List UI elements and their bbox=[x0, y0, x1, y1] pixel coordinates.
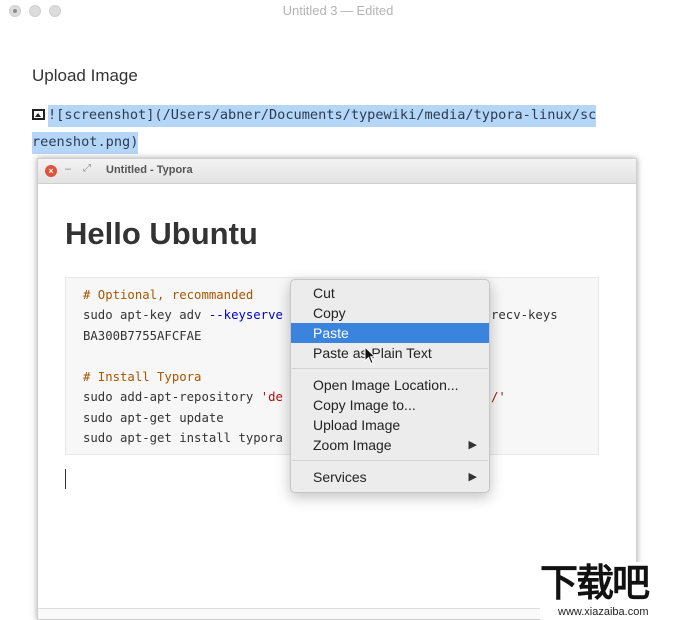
code-line: # Optional, recommanded bbox=[83, 288, 254, 302]
menu-item-upload-image[interactable]: Upload Image bbox=[291, 415, 489, 435]
menu-item-paste-plain-text[interactable]: Paste as Plain Text bbox=[291, 343, 489, 363]
code-text: 'de bbox=[260, 390, 283, 404]
code-text: recv-keys bbox=[491, 308, 558, 322]
screenshot-titlebar: × – ⤢ Untitled - Typora bbox=[38, 159, 636, 184]
close-icon: × bbox=[45, 165, 57, 177]
markdown-image-line-wrap[interactable]: reenshot.png) bbox=[32, 132, 139, 154]
code-text: --keyserve bbox=[208, 308, 283, 322]
watermark-logo: 下载吧 www.xiazaiba.com bbox=[540, 562, 676, 620]
code-text: sudo apt-key adv bbox=[83, 308, 209, 322]
window-title: Untitled 3— Edited bbox=[0, 3, 676, 18]
document-heading[interactable]: Upload Image bbox=[32, 66, 138, 86]
text-caret bbox=[65, 469, 66, 489]
menu-item-zoom-image[interactable]: Zoom Image ▶ bbox=[291, 435, 489, 455]
code-line: sudo apt-get install typora bbox=[83, 431, 283, 445]
submenu-arrow-icon: ▶ bbox=[468, 471, 477, 483]
window-title-name: Untitled 3 bbox=[282, 3, 338, 18]
code-line: sudo add-apt-repository 'de /' bbox=[83, 390, 506, 404]
code-line: sudo apt-key adv --keyserve recv-keys bbox=[83, 308, 558, 322]
menu-item-copy-image-to[interactable]: Copy Image to... bbox=[291, 395, 489, 415]
watermark-logo-text: 下载吧 bbox=[540, 563, 650, 605]
minimize-icon: – bbox=[65, 163, 72, 175]
maximize-icon: ⤢ bbox=[83, 163, 91, 174]
selected-markdown-text-1[interactable]: ![screenshot](/Users/abner/Documents/typ… bbox=[48, 105, 597, 127]
image-icon bbox=[32, 109, 45, 120]
window-titlebar: Untitled 3— Edited bbox=[0, 0, 676, 22]
screenshot-heading: Hello Ubuntu bbox=[65, 216, 258, 251]
context-menu: Cut Copy Paste Paste as Plain Text Open … bbox=[290, 279, 490, 493]
menu-item-copy[interactable]: Copy bbox=[291, 303, 489, 323]
menu-item-paste[interactable]: Paste bbox=[291, 323, 489, 343]
submenu-arrow-icon: ▶ bbox=[468, 439, 477, 451]
code-line: BA300B7755AFCFAE bbox=[83, 329, 202, 343]
code-line: sudo apt-get update bbox=[83, 411, 224, 425]
menu-item-label: Services bbox=[313, 469, 367, 485]
mouse-pointer-icon bbox=[364, 346, 377, 365]
window-title-status: Edited bbox=[356, 3, 394, 18]
code-text: /' bbox=[491, 390, 506, 404]
menu-separator bbox=[292, 460, 488, 461]
menu-item-services[interactable]: Services ▶ bbox=[291, 467, 489, 487]
code-text: sudo add-apt-repository bbox=[83, 390, 261, 404]
menu-item-label: Zoom Image bbox=[313, 437, 392, 453]
menu-item-open-image-location[interactable]: Open Image Location... bbox=[291, 375, 489, 395]
menu-separator bbox=[292, 368, 488, 369]
code-line: # Install Typora bbox=[83, 370, 202, 384]
menu-item-cut[interactable]: Cut bbox=[291, 283, 489, 303]
markdown-image-line[interactable]: ![screenshot](/Users/abner/Documents/typ… bbox=[32, 105, 597, 127]
watermark-url: www.xiazaiba.com bbox=[558, 606, 649, 618]
screenshot-window-title: Untitled - Typora bbox=[106, 164, 193, 176]
selected-markdown-text-2[interactable]: reenshot.png) bbox=[32, 132, 139, 154]
window-title-separator: — bbox=[340, 3, 354, 18]
